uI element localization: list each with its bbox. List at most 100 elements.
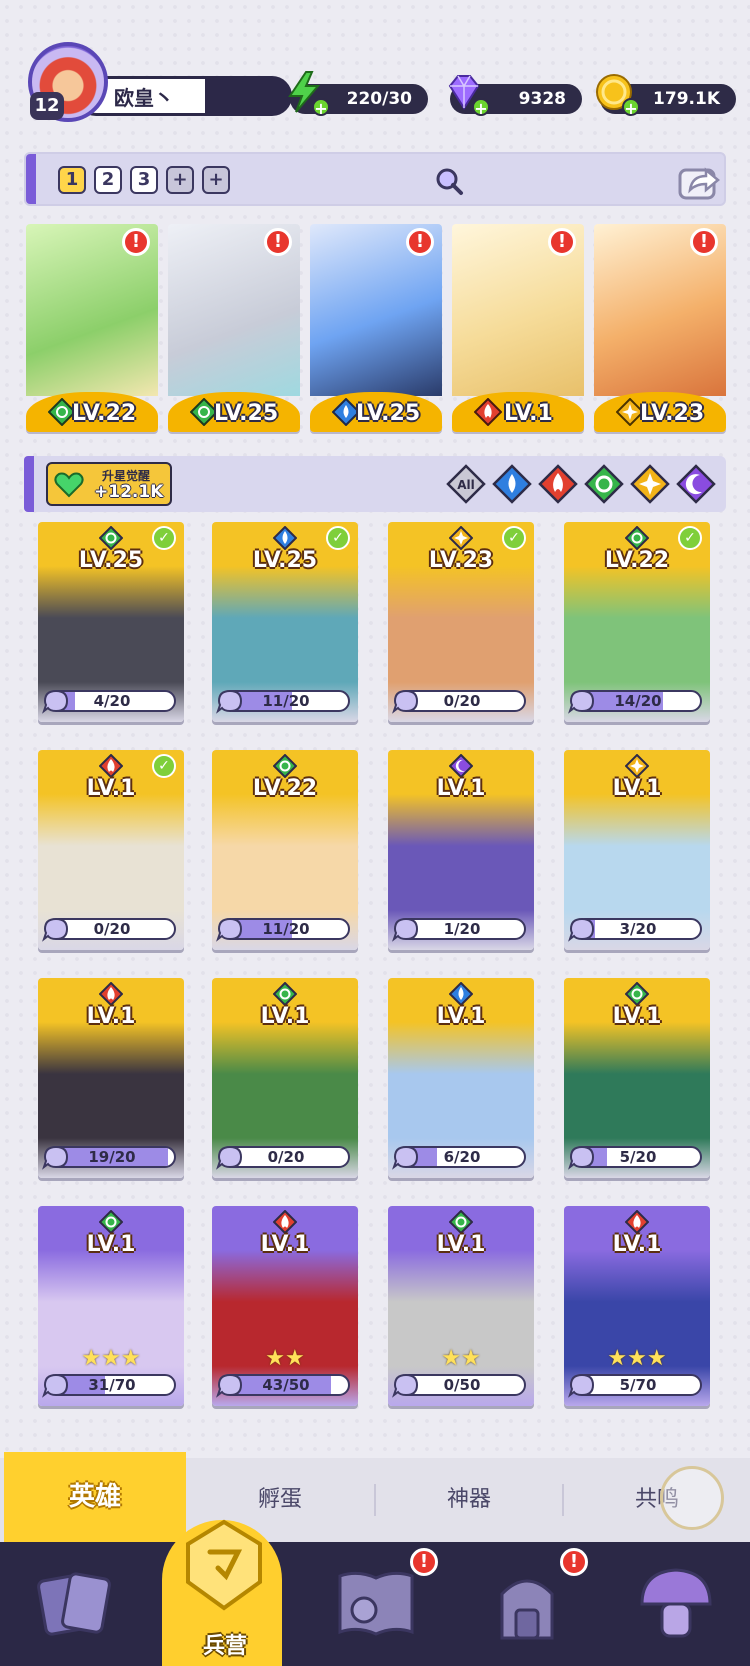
hero-level: LV.1 [612,1232,662,1257]
hero-card[interactable]: LV.1 ★★ 0/50 [388,1206,534,1406]
shard-icon [392,689,419,714]
hero-level: LV.23 [640,401,705,426]
gem-plus-button[interactable]: + [472,98,490,118]
magnifier-icon[interactable] [434,166,464,196]
player-level-badge: 12 [30,92,64,120]
nav-barracks-label: 兵营 [202,1634,247,1659]
hero-level: LV.1 [260,1004,310,1029]
hero-level: LV.1 [436,1232,486,1257]
team-slot[interactable]: LV.1 ! [452,224,584,432]
gold-counter[interactable]: + 179.1K [596,74,736,118]
hero-filter-bar: 升星觉醒 +12.1K All [24,456,726,512]
hero-level: LV.23 [428,548,494,573]
shard-icon [392,917,419,942]
gem-counter[interactable]: + 9328 [448,75,582,118]
hero-level: LV.1 [612,776,662,801]
check-icon: ✓ [678,526,702,550]
team-slot[interactable]: LV.23 ! [594,224,726,432]
bottom-navigation: 兵营 ! ! [0,1519,750,1666]
compass-icon[interactable] [660,1466,724,1530]
alert-badge: ! [406,228,434,256]
collection-subtabs: 英雄 孵蛋 神器 共鸣 [0,1452,750,1542]
hero-card[interactable]: ✓ LV.23 0/20 [388,522,534,722]
top-bar: 欧皇丶 12 + 220/30 + 9328 + 179.1K [0,0,750,130]
hero-level: LV.1 [504,401,553,426]
book-icon [338,1571,414,1636]
hero-card[interactable]: ✓ LV.25 4/20 [38,522,184,722]
team-slot[interactable]: LV.25 ! [168,224,300,432]
team-slot[interactable]: LV.25 ! [310,224,442,432]
nature-element-icon [625,526,649,550]
hero-card[interactable]: ✓ LV.1 0/20 [38,750,184,950]
filter-dark-button[interactable] [676,464,716,504]
gold-plus-button[interactable]: + [622,98,640,118]
nav-guild[interactable] [600,1542,750,1666]
share-icon[interactable] [678,162,720,200]
nature-element-icon [99,1210,123,1234]
check-icon: ✓ [152,526,176,550]
team-tab-1[interactable]: 1 [58,166,86,194]
filter-light-button[interactable] [630,464,670,504]
shard-icon [216,917,243,942]
nav-barracks[interactable]: 兵营 [150,1519,300,1666]
hero-card[interactable]: LV.22 11/20 [212,750,358,950]
heart-icon [54,472,84,498]
filter-fire-button[interactable] [538,464,578,504]
water-element-icon [449,982,473,1006]
hero-card[interactable]: LV.1 3/20 [564,750,710,950]
shard-icon [392,1373,419,1398]
hero-card[interactable]: LV.1 ★★ 43/50 [212,1206,358,1406]
energy-counter[interactable]: + 220/30 [288,71,428,118]
hero-level: LV.1 [260,1232,310,1257]
shard-icon [216,1145,243,1170]
hero-card[interactable]: LV.1 6/20 [388,978,534,1178]
alert-badge: ! [560,1548,588,1576]
light-element-icon [449,526,473,550]
shard-icon [42,1145,69,1170]
team-lineup: LV.22 ! LV.25 ! LV.25 ! LV.1 ! LV.23 ! [26,224,726,432]
filter-nature-button[interactable] [584,464,624,504]
shard-icon [216,689,243,714]
hero-card[interactable]: LV.1 ★★★ 31/70 [38,1206,184,1406]
energy-plus-button[interactable]: + [312,98,330,118]
hero-card[interactable]: LV.1 0/20 [212,978,358,1178]
team-tab-3[interactable]: 3 [130,166,158,194]
shard-icon [568,917,595,942]
hero-level: LV.22 [252,776,318,801]
hero-card[interactable]: ✓ LV.22 14/20 [564,522,710,722]
hero-card[interactable]: LV.1 19/20 [38,978,184,1178]
shard-icon [42,917,69,942]
hero-level: LV.1 [86,1004,136,1029]
nature-element-icon [99,526,123,550]
filter-all-button[interactable]: All [446,464,486,504]
cards-icon [37,1572,111,1636]
fire-element-icon [474,398,502,426]
tab-heroes[interactable]: 英雄 [4,1452,186,1542]
star-rating: ★★ [441,1346,481,1371]
team-tab-add[interactable]: + [166,166,194,194]
hero-card[interactable]: LV.1 5/20 [564,978,710,1178]
star-awaken-box[interactable]: 升星觉醒 +12.1K [46,462,172,506]
alert-badge: ! [410,1548,438,1576]
shard-icon [42,1373,69,1398]
tab-artifacts[interactable]: 神器 [376,1458,562,1542]
hero-level: LV.1 [86,1232,136,1257]
check-icon: ✓ [152,754,176,778]
nav-book[interactable]: ! [300,1542,450,1666]
team-slot[interactable]: LV.22 ! [26,224,158,432]
hero-card[interactable]: LV.1 ★★★ 5/70 [564,1206,710,1406]
hero-level: LV.22 [604,548,670,573]
filter-water-button[interactable] [492,464,532,504]
player-name: 欧皇丶 [114,86,174,110]
nature-element-icon [273,754,297,778]
hero-card[interactable]: LV.1 1/20 [388,750,534,950]
nature-element-icon [449,1210,473,1234]
nav-shop[interactable]: ! [450,1542,600,1666]
nav-cards[interactable] [0,1542,150,1666]
awaken-value: +12.1K [94,482,164,502]
player-profile[interactable]: 欧皇丶 12 [28,42,292,122]
hero-card[interactable]: ✓ LV.25 11/20 [212,522,358,722]
alert-badge: ! [122,228,150,256]
team-tab-2[interactable]: 2 [94,166,122,194]
team-tab-add[interactable]: + [202,166,230,194]
